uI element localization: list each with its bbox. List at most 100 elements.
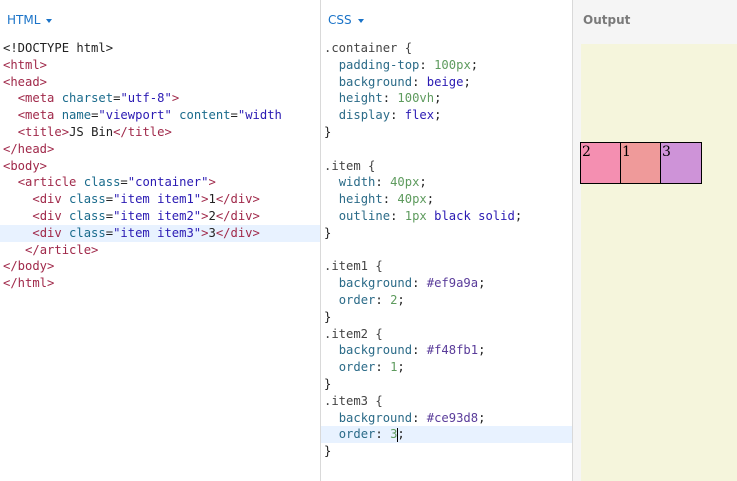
code-line[interactable]: <article class="container"> <box>0 174 320 191</box>
code-token: <div <box>32 192 70 207</box>
code-line[interactable]: } <box>321 376 572 393</box>
code-token: "item item2" <box>113 208 202 223</box>
code-token: order <box>338 292 376 307</box>
code-line[interactable]: <title>JS Bin</title> <box>0 124 320 141</box>
code-token: "container" <box>127 175 209 190</box>
code-token: <div <box>32 208 70 223</box>
code-token: > <box>171 91 180 106</box>
code-token: : <box>375 292 391 307</box>
html-editor-panel: HTML <!DOCTYPE html> <html> <head> <meta c… <box>0 0 320 481</box>
code-line[interactable]: </head> <box>0 141 320 158</box>
code-line[interactable]: } <box>321 225 572 242</box>
html-panel-header[interactable]: HTML <box>0 0 320 40</box>
code-line[interactable]: } <box>321 124 572 141</box>
code-token: <head> <box>3 74 48 89</box>
code-line[interactable]: } <box>321 443 572 460</box>
code-line[interactable]: </body> <box>0 258 320 275</box>
code-token: "width <box>237 108 282 123</box>
caret-down-icon[interactable] <box>357 18 364 23</box>
code-line[interactable]: <div class="item item2">2</div> <box>0 208 320 225</box>
code-token: .item { <box>324 158 376 173</box>
code-line[interactable]: order: 2; <box>321 292 572 309</box>
code-line[interactable]: <meta name="viewport" content="width <box>0 107 320 124</box>
code-line[interactable]: <html> <box>0 57 320 74</box>
code-token: background <box>338 74 413 89</box>
code-line[interactable]: background: #f48fb1; <box>321 342 572 359</box>
code-line[interactable]: .item { <box>321 158 572 175</box>
code-token: order <box>338 427 376 442</box>
code-line[interactable]: width: 40px; <box>321 174 572 191</box>
code-line[interactable]: .container { <box>321 40 572 57</box>
code-token: "item item1" <box>113 192 202 207</box>
code-token: flex <box>404 108 435 123</box>
css-code-editor[interactable]: .container { padding-top: 100px; backgro… <box>321 40 572 460</box>
code-line[interactable]: .item3 { <box>321 393 572 410</box>
code-token: ; <box>419 175 427 190</box>
code-line[interactable]: .item1 { <box>321 258 572 275</box>
code-line[interactable]: </html> <box>0 275 320 292</box>
html-code-editor[interactable]: <!DOCTYPE html> <html> <head> <meta charse… <box>0 40 320 292</box>
code-line[interactable]: outline: 1px black solid; <box>321 208 572 225</box>
code-token: <article <box>17 175 84 190</box>
css-panel-header[interactable]: CSS <box>321 0 572 40</box>
code-line[interactable] <box>321 242 572 259</box>
output-container: 213 <box>580 44 737 481</box>
code-line[interactable]: height: 40px; <box>321 191 572 208</box>
caret-down-icon[interactable] <box>46 18 53 23</box>
code-line[interactable]: background: #ef9a9a; <box>321 275 572 292</box>
code-token: #ce93d8 <box>426 410 479 425</box>
code-token: background <box>338 276 413 291</box>
code-token: 1 <box>208 192 216 207</box>
code-line[interactable]: background: #ce93d8; <box>321 410 572 427</box>
code-line[interactable] <box>321 141 572 158</box>
code-line[interactable]: <head> <box>0 74 320 91</box>
code-line[interactable]: .item2 { <box>321 326 572 343</box>
code-token: ; <box>397 292 405 307</box>
code-token: .item2 { <box>324 326 383 341</box>
code-token: } <box>324 124 332 139</box>
code-token: display <box>338 108 391 123</box>
code-token: black solid <box>434 208 515 223</box>
code-token: 1px <box>404 208 427 223</box>
code-token: beige <box>426 74 464 89</box>
code-line[interactable]: <div class="item item3">3</div> <box>0 224 320 242</box>
output-item-box: 2 <box>580 142 622 184</box>
code-line[interactable]: height: 100vh; <box>321 90 572 107</box>
code-token: name <box>61 108 92 123</box>
code-line[interactable]: </article> <box>0 242 320 259</box>
code-line[interactable]: padding-top: 100px; <box>321 57 572 74</box>
code-token: } <box>324 376 332 391</box>
output-panel-title: Output <box>583 13 631 27</box>
code-token: : <box>412 74 427 89</box>
code-line[interactable]: background: beige; <box>321 74 572 91</box>
code-line[interactable]: } <box>321 309 572 326</box>
code-line[interactable]: <meta charset="utf-8"> <box>0 90 320 107</box>
code-token: order <box>338 360 376 375</box>
code-line[interactable]: order: 1; <box>321 359 572 376</box>
code-token: ; <box>478 343 486 358</box>
code-line[interactable]: order: 3; <box>321 426 572 444</box>
code-token: = <box>105 192 114 207</box>
code-line[interactable]: <body> <box>0 158 320 175</box>
code-line[interactable]: <!DOCTYPE html> <box>0 40 320 57</box>
code-token: <body> <box>3 158 48 173</box>
html-panel-title[interactable]: HTML <box>7 13 40 27</box>
code-line[interactable]: display: flex; <box>321 107 572 124</box>
code-token: </head> <box>3 141 55 156</box>
code-line[interactable]: <div class="item item1">1</div> <box>0 191 320 208</box>
css-panel-title[interactable]: CSS <box>328 13 352 27</box>
output-panel: Output 213 <box>573 0 737 481</box>
code-token: 100px <box>434 57 471 72</box>
code-token: 40px <box>390 175 420 190</box>
